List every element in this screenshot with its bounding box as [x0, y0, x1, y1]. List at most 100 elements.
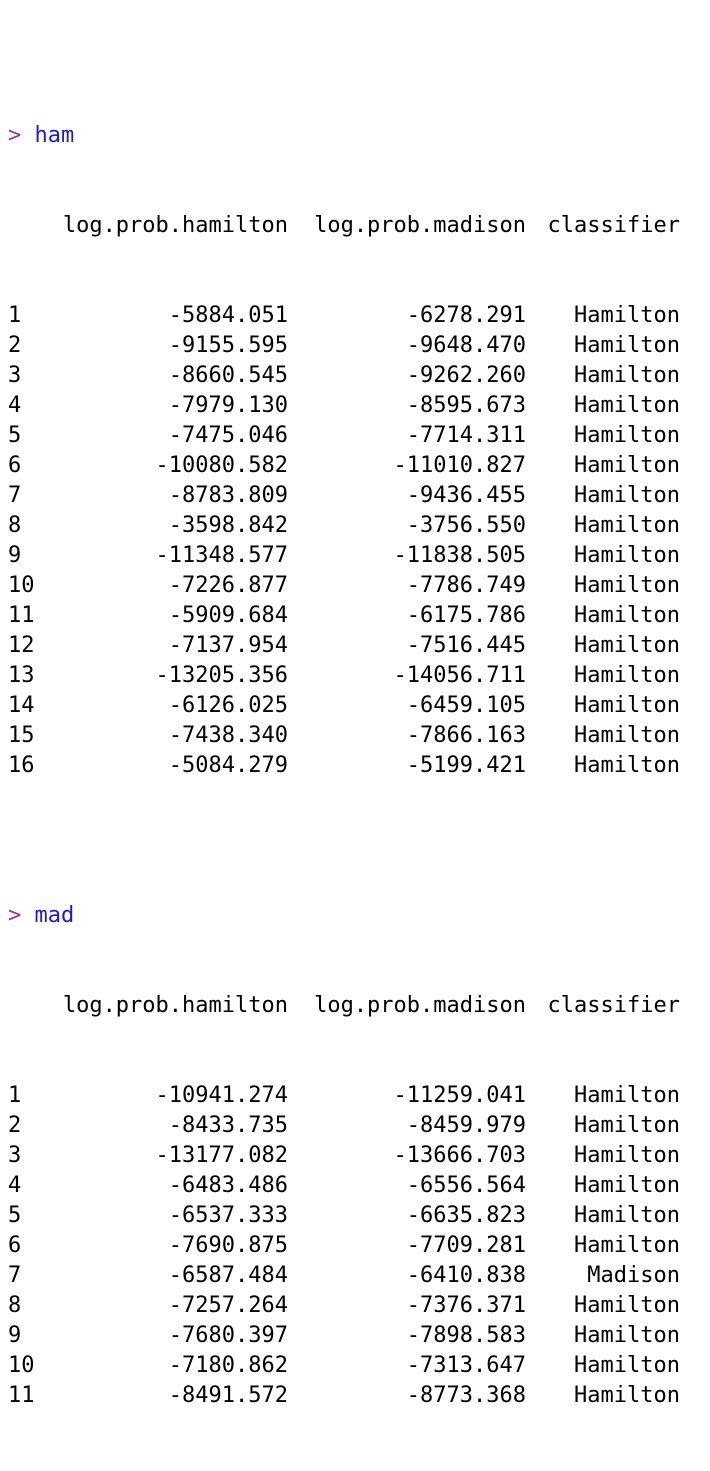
prompt-symbol: >	[8, 903, 22, 928]
cell-log-prob-madison: -11259.041	[393, 1083, 526, 1108]
row-index: 10	[8, 1353, 35, 1378]
cell-log-prob-hamilton: -6587.484	[168, 1263, 288, 1288]
row-index: 6	[8, 1233, 22, 1258]
table-row: 5 -6537.333 -6635.823 Hamilton	[8, 1201, 680, 1231]
cell-log-prob-hamilton: -7180.862	[168, 1353, 288, 1378]
cell-log-prob-hamilton: -7690.875	[168, 1233, 288, 1258]
cell-classifier: Hamilton	[574, 1293, 680, 1318]
cell-classifier: Hamilton	[574, 483, 680, 508]
row-index: 5	[8, 1203, 22, 1228]
cell-log-prob-hamilton: -6483.486	[168, 1173, 288, 1198]
cell-log-prob-madison: -6556.564	[406, 1173, 526, 1198]
cell-log-prob-hamilton: -7137.954	[168, 633, 288, 658]
cell-log-prob-hamilton: -8660.545	[168, 363, 288, 388]
cell-classifier: Hamilton	[574, 1143, 680, 1168]
cell-log-prob-hamilton: -8491.572	[168, 1383, 288, 1408]
cell-log-prob-madison: -7376.371	[406, 1293, 526, 1318]
cell-classifier: Hamilton	[574, 1383, 680, 1408]
table-row: 7 -6587.484 -6410.838 Madison	[8, 1261, 680, 1291]
column-header-classifier: classifier	[547, 993, 680, 1018]
cell-log-prob-madison: -6459.105	[406, 693, 526, 718]
cell-log-prob-madison: -7866.163	[406, 723, 526, 748]
cell-classifier: Hamilton	[574, 363, 680, 388]
row-index: 9	[8, 543, 22, 568]
cell-log-prob-madison: -8595.673	[406, 393, 526, 418]
table-row: 16 -5084.279 -5199.421 Hamilton	[8, 751, 680, 781]
prompt-symbol: >	[8, 123, 22, 148]
row-index: 2	[8, 333, 22, 358]
cell-classifier: Hamilton	[574, 1203, 680, 1228]
table-row: 2 -8433.735 -8459.979 Hamilton	[8, 1111, 680, 1141]
table-row: 14 -6126.025 -6459.105 Hamilton	[8, 691, 680, 721]
cell-log-prob-hamilton: -3598.842	[168, 513, 288, 538]
cell-classifier: Hamilton	[574, 753, 680, 778]
table-row: 8 -7257.264 -7376.371 Hamilton	[8, 1291, 680, 1321]
row-index: 1	[8, 1083, 22, 1108]
cell-log-prob-hamilton: -13177.082	[155, 1143, 288, 1168]
cell-log-prob-madison: -13666.703	[393, 1143, 526, 1168]
cell-classifier: Hamilton	[574, 393, 680, 418]
console-prompt-line: > mad	[8, 901, 680, 931]
cell-log-prob-madison: -9648.470	[406, 333, 526, 358]
column-header-log-prob-madison: log.prob.madison	[314, 213, 526, 238]
table-row: 10 -7180.862 -7313.647 Hamilton	[8, 1351, 680, 1381]
cell-log-prob-hamilton: -7438.340	[168, 723, 288, 748]
cell-log-prob-madison: -6635.823	[406, 1203, 526, 1228]
column-header-classifier: classifier	[547, 213, 680, 238]
cell-classifier: Hamilton	[574, 513, 680, 538]
cell-log-prob-madison: -9436.455	[406, 483, 526, 508]
table-row: 9 -7680.397 -7898.583 Hamilton	[8, 1321, 680, 1351]
row-index: 9	[8, 1323, 22, 1348]
cell-log-prob-hamilton: -7680.397	[168, 1323, 288, 1348]
row-index: 15	[8, 723, 35, 748]
cell-classifier: Hamilton	[574, 333, 680, 358]
row-index: 4	[8, 1173, 22, 1198]
cell-log-prob-hamilton: -8783.809	[168, 483, 288, 508]
cell-classifier: Hamilton	[574, 1113, 680, 1138]
cell-classifier: Hamilton	[574, 453, 680, 478]
cell-classifier: Hamilton	[574, 693, 680, 718]
cell-log-prob-madison: -14056.711	[393, 663, 526, 688]
table-row: 12 -7137.954 -7516.445 Hamilton	[8, 631, 680, 661]
table-row: 3 -8660.545 -9262.260 Hamilton	[8, 361, 680, 391]
row-index: 5	[8, 423, 22, 448]
cell-log-prob-hamilton: -6537.333	[168, 1203, 288, 1228]
cell-classifier: Hamilton	[574, 423, 680, 448]
cell-log-prob-madison: -5199.421	[406, 753, 526, 778]
console-command: ham	[34, 123, 75, 148]
table-row: 11 -8491.572 -8773.368 Hamilton	[8, 1381, 680, 1411]
row-index: 3	[8, 363, 22, 388]
cell-log-prob-hamilton: -7226.877	[168, 573, 288, 598]
table-row: 11 -5909.684 -6175.786 Hamilton	[8, 601, 680, 631]
column-header-log-prob-hamilton: log.prob.hamilton	[62, 993, 288, 1018]
row-index: 7	[8, 483, 22, 508]
cell-classifier: Hamilton	[574, 543, 680, 568]
console-command: mad	[34, 903, 75, 928]
cell-log-prob-madison: -11010.827	[393, 453, 526, 478]
cell-log-prob-madison: -8773.368	[406, 1383, 526, 1408]
table-row: 8 -3598.842 -3756.550 Hamilton	[8, 511, 680, 541]
cell-log-prob-hamilton: -5084.279	[168, 753, 288, 778]
cell-log-prob-madison: -7709.281	[406, 1233, 526, 1258]
table-body-ham: 1 -5884.051 -6278.291 Hamilton 2 -9155.595 -96…	[8, 301, 680, 781]
cell-classifier: Hamilton	[574, 663, 680, 688]
cell-classifier: Hamilton	[574, 723, 680, 748]
table-row: 10 -7226.877 -7786.749 Hamilton	[8, 571, 680, 601]
table-row: 1 -5884.051 -6278.291 Hamilton	[8, 301, 680, 331]
table-header-row: log.prob.hamilton log.prob.madison classif…	[8, 211, 680, 241]
cell-classifier: Hamilton	[574, 1233, 680, 1258]
cell-log-prob-hamilton: -6126.025	[168, 693, 288, 718]
cell-log-prob-madison: -6175.786	[406, 603, 526, 628]
cell-log-prob-hamilton: -5909.684	[168, 603, 288, 628]
cell-log-prob-hamilton: -7257.264	[168, 1293, 288, 1318]
table-row: 9 -11348.577 -11838.505 Hamilton	[8, 541, 680, 571]
row-index: 13	[8, 663, 35, 688]
cell-classifier: Hamilton	[574, 1173, 680, 1198]
cell-log-prob-hamilton: -7979.130	[168, 393, 288, 418]
cell-classifier: Hamilton	[574, 1323, 680, 1348]
row-index: 14	[8, 693, 35, 718]
table-body-mad: 1 -10941.274 -11259.041 Hamilton 2 -8433.735 -…	[8, 1081, 680, 1411]
row-index: 2	[8, 1113, 22, 1138]
cell-classifier: Hamilton	[574, 1353, 680, 1378]
table-row: 2 -9155.595 -9648.470 Hamilton	[8, 331, 680, 361]
